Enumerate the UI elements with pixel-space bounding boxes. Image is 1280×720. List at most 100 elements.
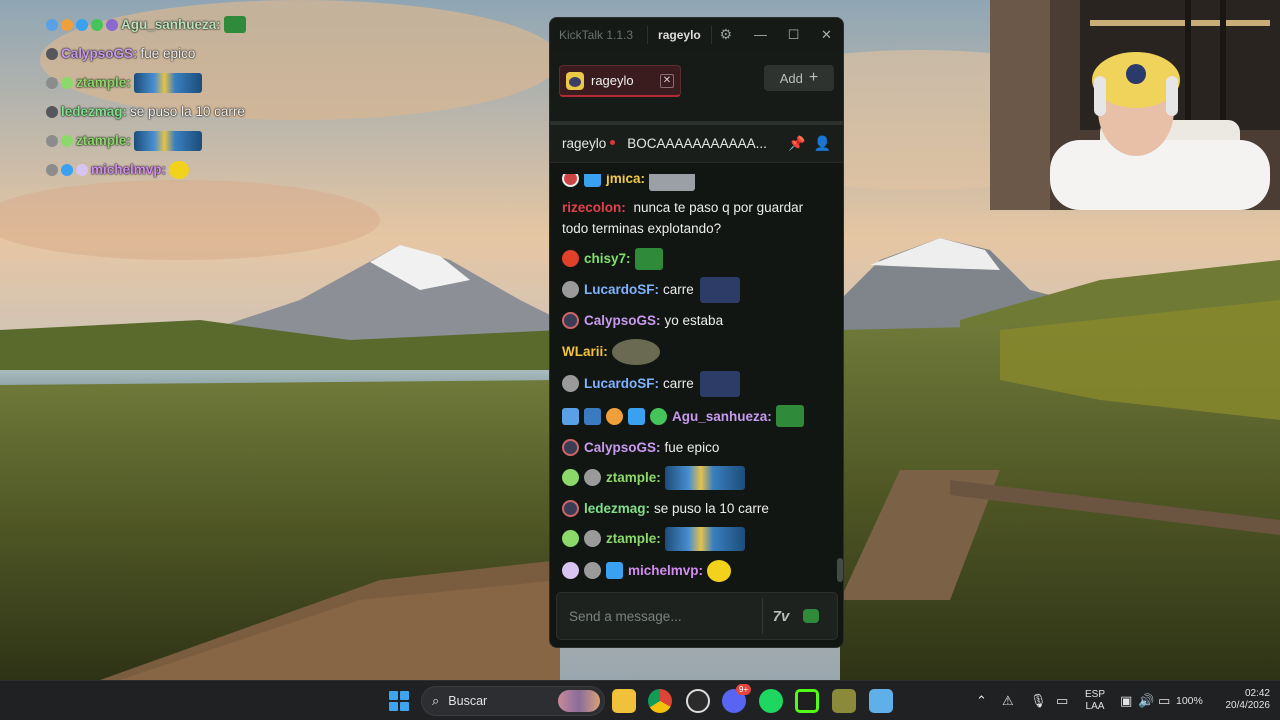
og-badge-icon <box>562 312 579 329</box>
overlay-message: fue epico <box>140 46 196 61</box>
og-badge-icon <box>46 47 58 60</box>
discord-notification-badge: 9+ <box>736 684 752 695</box>
display-icon[interactable]: ▭ <box>1056 693 1068 709</box>
moon-badge-icon <box>46 163 58 176</box>
title-bar: KickTalk 1.1.3 rageylo ⚙ — ☐ ✕ <box>550 18 843 51</box>
alien-badge-icon <box>562 469 579 486</box>
alien-badge-icon <box>61 76 73 89</box>
overlay-username: michelmvp: <box>91 162 167 177</box>
obs-icon[interactable] <box>686 689 710 713</box>
moon-badge-icon <box>562 281 579 298</box>
moon-badge-icon <box>584 469 601 486</box>
clock[interactable]: 02:42 20/4/2026 <box>1212 688 1271 712</box>
microphone-icon[interactable]: 🎙 <box>1030 693 1047 709</box>
chat-message: ledezmag: se puso la 10 carre <box>562 493 836 523</box>
message-input[interactable]: Send a message... <box>557 609 762 624</box>
language-indicator[interactable]: ESP LAA <box>1084 689 1106 713</box>
minimize-icon[interactable]: — <box>744 27 777 43</box>
chat-username[interactable]: LucardoSF: <box>584 373 659 394</box>
wifi-icon[interactable]: ▣ <box>1120 693 1132 709</box>
search-label: Buscar <box>448 694 488 708</box>
pickaxe-badge-icon <box>562 407 579 425</box>
chat-username[interactable]: ztample: <box>606 467 661 488</box>
chat-username[interactable]: WLarii: <box>562 341 608 362</box>
cat-emote-icon <box>611 338 660 365</box>
close-tab-icon[interactable]: ✕ <box>660 73 674 88</box>
emote-icon[interactable] <box>803 609 819 623</box>
channel-name[interactable]: rageylo <box>562 136 606 151</box>
clock-time: 02:42 <box>1244 688 1270 699</box>
tab-label: rageylo <box>591 73 634 88</box>
taskbar-search[interactable]: ⌕ Buscar <box>421 686 605 716</box>
chat-scrollbar[interactable] <box>837 558 843 582</box>
tab-rageylo[interactable]: rageylo ✕ <box>559 65 681 97</box>
pickaxe-badge-icon <box>46 18 58 31</box>
current-user[interactable]: rageylo <box>647 25 712 44</box>
chat-message: jmica: <box>562 174 836 191</box>
chat-username[interactable]: michelmvp: <box>628 560 703 581</box>
user-icon[interactable]: 👤 <box>814 135 831 152</box>
volume-icon[interactable]: 🔊 <box>1138 693 1154 709</box>
chat-message: ztample: <box>562 523 836 554</box>
og-badge-icon <box>562 499 579 517</box>
no-network-icon[interactable]: ⚠ <box>1002 693 1014 709</box>
chat-message: chisy7: <box>562 243 836 274</box>
clown-badge-icon <box>562 174 579 187</box>
chat-text: se puso la 10 carre <box>654 500 769 516</box>
maximize-icon[interactable]: ☐ <box>777 27 810 43</box>
file-explorer-icon[interactable] <box>612 689 636 713</box>
overlay-chat-row: ledezmag: se puso la 10 carre <box>46 97 346 126</box>
seventv-icon[interactable]: 7v <box>763 608 799 625</box>
moon-badge-icon <box>584 530 601 547</box>
green-emote-icon <box>223 16 246 33</box>
chat-message: Agu_sanhueza: <box>562 400 836 432</box>
chat-username[interactable]: rizecolon: <box>562 200 626 215</box>
channel-avatar <box>566 71 584 90</box>
cube-badge-icon <box>76 18 88 31</box>
spotify-icon[interactable] <box>759 689 783 713</box>
notepad-icon[interactable] <box>869 689 893 713</box>
gear-icon[interactable]: ⚙ <box>712 26 740 43</box>
chrome-icon[interactable] <box>648 689 672 713</box>
chevron-up-icon[interactable]: ⌃ <box>976 693 987 709</box>
moon-badge-icon <box>46 76 58 89</box>
chat-username[interactable]: jmica: <box>606 174 645 189</box>
message-input-box: Send a message... 7v <box>556 592 838 640</box>
minions-emote-icon <box>664 465 745 490</box>
chat-message: LucardoSF: carre <box>562 274 836 305</box>
gift-badge-icon <box>106 18 118 31</box>
overlay-chat-row: ztample: <box>46 68 346 97</box>
portrait-emote-icon <box>699 276 740 303</box>
battery-icon[interactable]: ▭ <box>1158 693 1170 709</box>
chat-message: michelmvp: <box>562 554 836 587</box>
pin-icon[interactable]: 📌 <box>788 135 805 152</box>
add-channel-button[interactable]: Add + <box>764 65 834 91</box>
alien-badge-icon <box>562 530 579 547</box>
app-name: KickTalk 1.1.3 <box>559 27 634 42</box>
kick-icon[interactable] <box>795 689 819 713</box>
chat-message: CalypsoGS: fue epico <box>562 432 836 462</box>
chat-messages[interactable]: jmica: rizecolon: nunca te paso q por gu… <box>550 174 836 604</box>
chat-username[interactable]: LucardoSF: <box>584 279 659 300</box>
chat-username[interactable]: ztample: <box>606 528 661 549</box>
webcam-feed <box>990 0 1280 210</box>
channel-info-bar: rageylo BOCAAAAAAAAAAA... 📌 👤 <box>550 125 843 163</box>
chat-username[interactable]: Agu_sanhueza: <box>672 406 772 427</box>
verified-badge-icon <box>650 407 667 425</box>
discord-icon[interactable]: 9+ <box>722 684 752 713</box>
search-icon: ⌕ <box>432 693 440 708</box>
moon-badge-icon <box>562 375 579 392</box>
windows-start-icon[interactable] <box>389 691 409 711</box>
overlay-username: CalypsoGS: <box>61 46 138 61</box>
green-emote-icon <box>775 405 804 427</box>
game-icon[interactable] <box>832 689 856 713</box>
close-icon[interactable]: ✕ <box>810 27 843 43</box>
chat-username[interactable]: ledezmag: <box>584 498 650 519</box>
chat-username[interactable]: chisy7: <box>584 248 631 269</box>
chat-username[interactable]: CalypsoGS: <box>584 437 661 458</box>
battery-percent: 100% <box>1176 695 1203 707</box>
kicktalk-window: KickTalk 1.1.3 rageylo ⚙ — ☐ ✕ rageylo ✕… <box>549 17 844 648</box>
plus-icon: + <box>808 69 819 86</box>
chat-message: CalypsoGS: yo estaba <box>562 305 836 336</box>
chat-username[interactable]: CalypsoGS: <box>584 310 661 331</box>
